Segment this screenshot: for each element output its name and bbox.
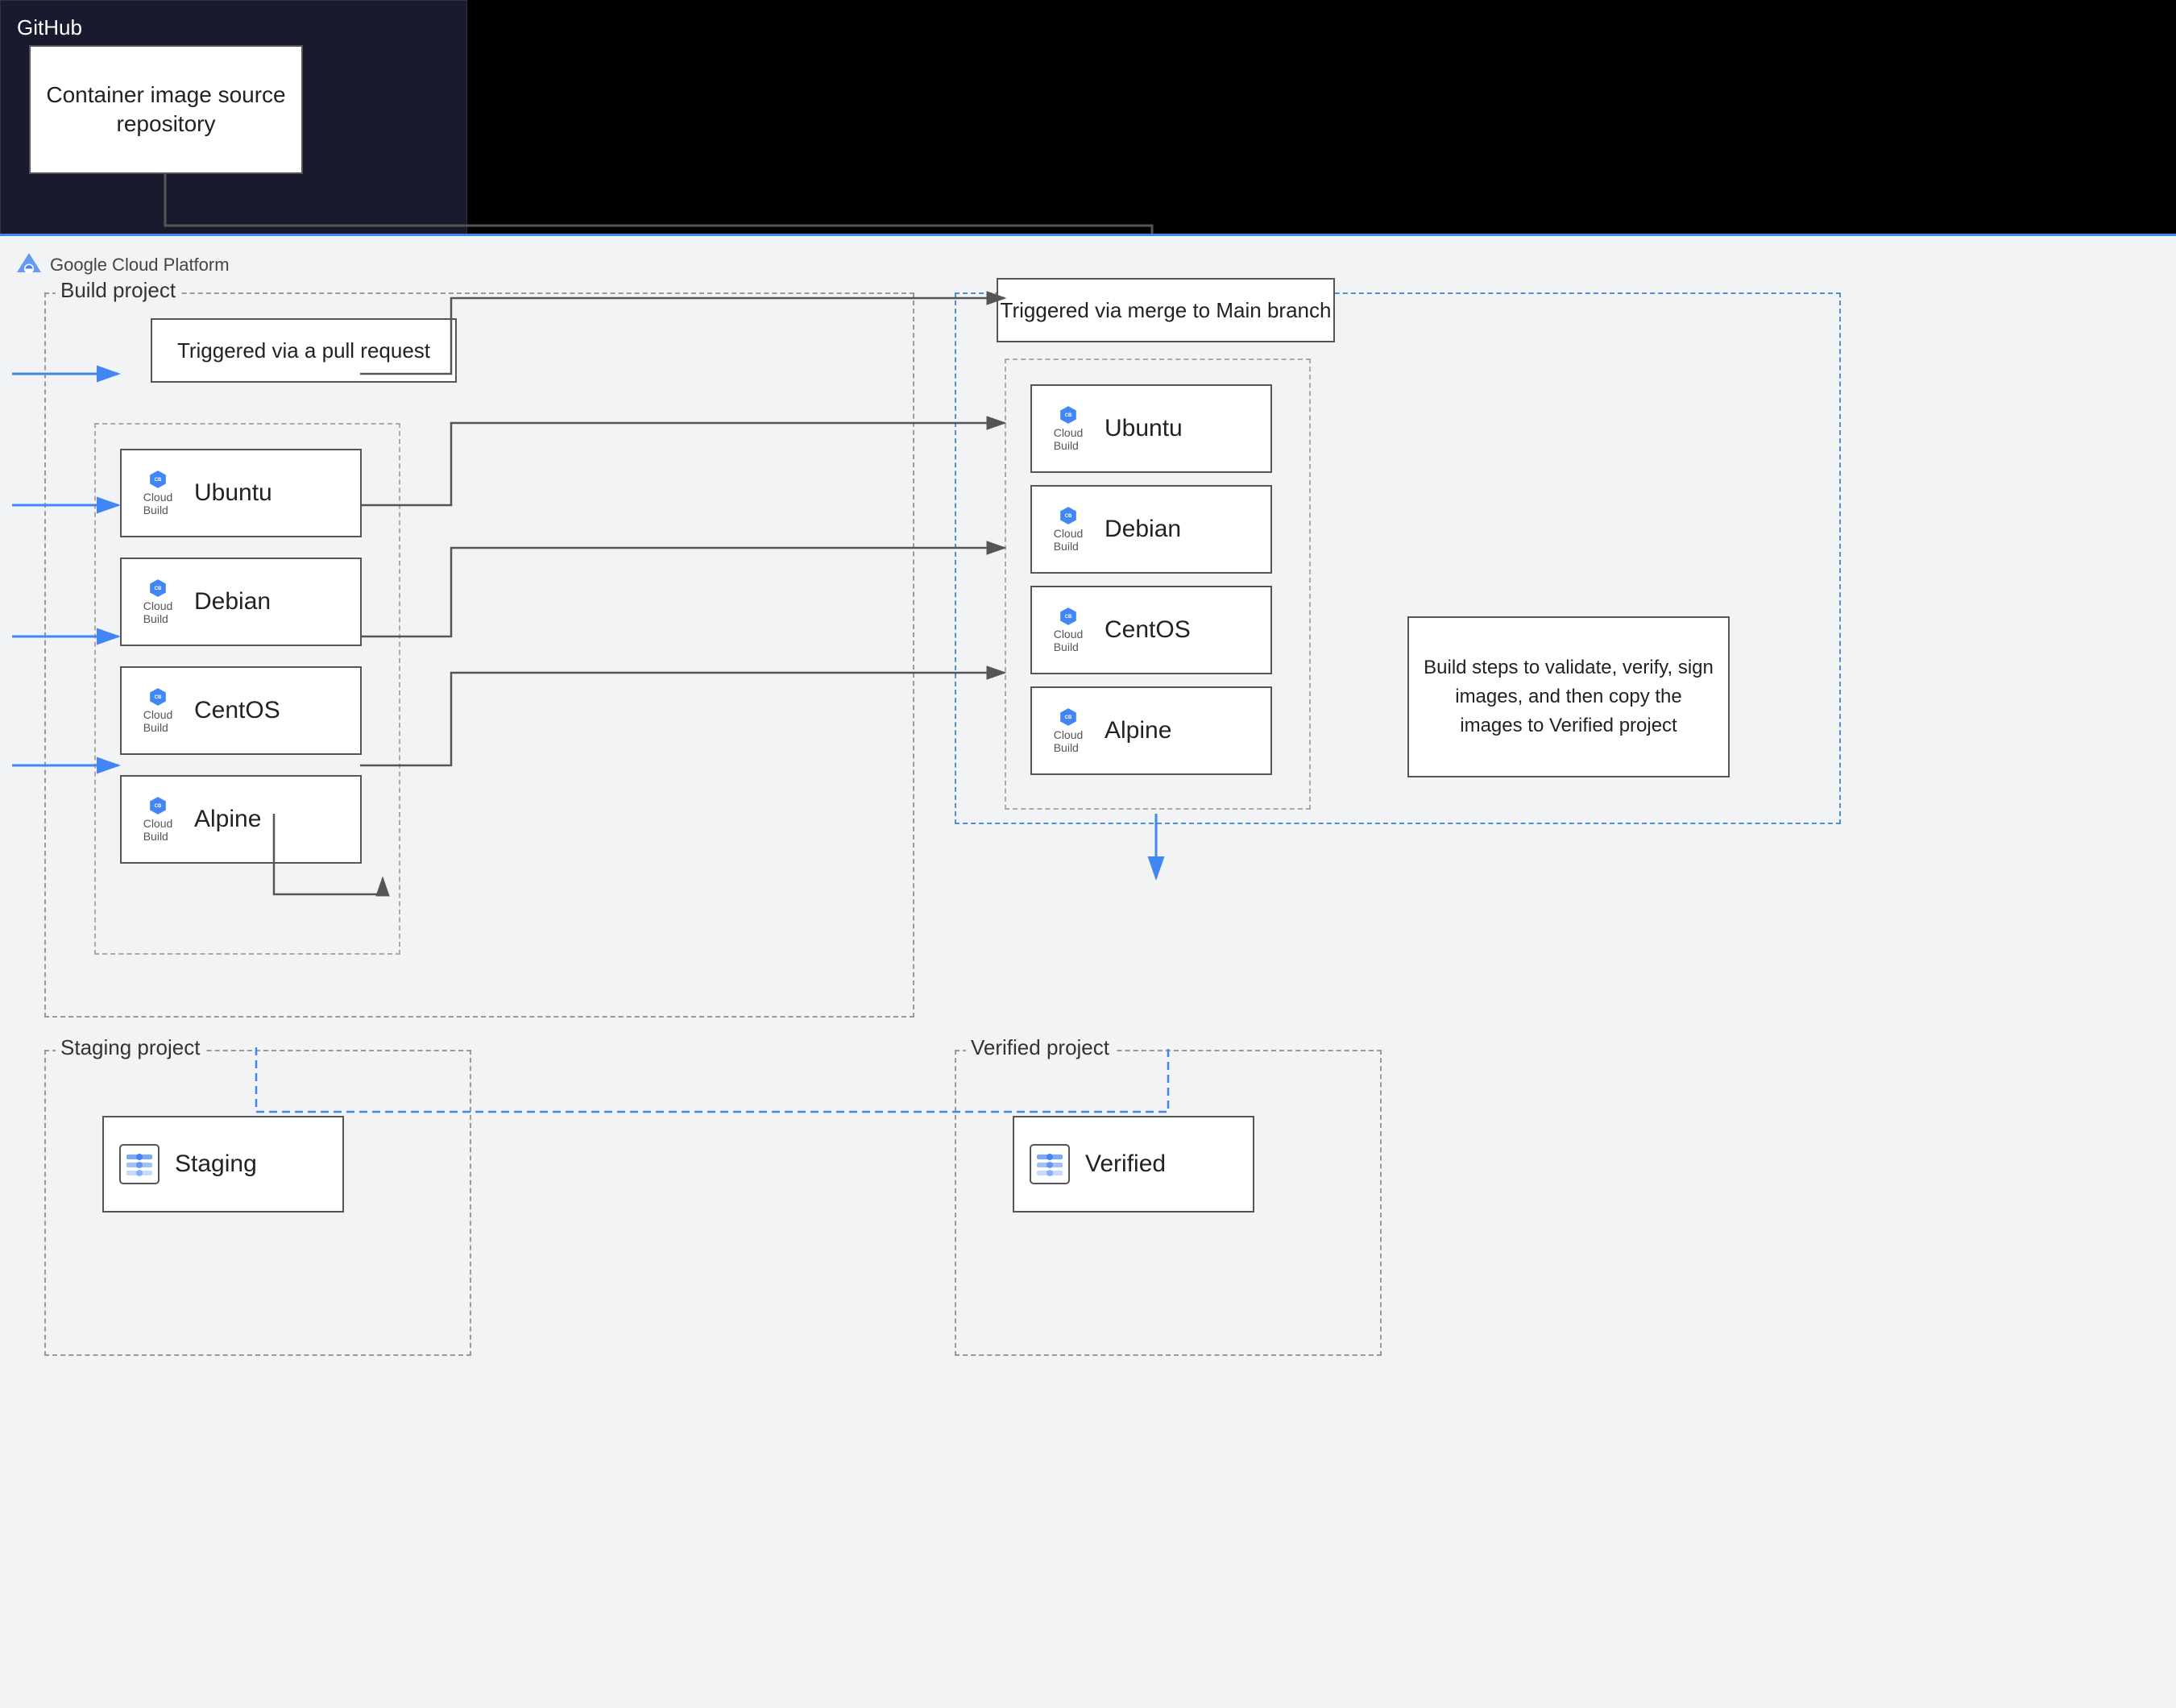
svg-text:CB: CB — [1065, 715, 1072, 720]
merge-trigger-outer: Triggered via merge to Main branch CB Cl… — [955, 292, 1841, 824]
merge-trigger-box: Triggered via merge to Main branch — [997, 278, 1335, 342]
cloud-build-icon-debian-left: CB CloudBuild — [135, 578, 181, 625]
left-ubuntu-label: Ubuntu — [194, 479, 272, 507]
svg-text:CB: CB — [1065, 615, 1072, 620]
left-builds-group: CB CloudBuild Ubuntu CB CloudBuild Debia… — [94, 423, 400, 955]
container-image-box: Container image source repository — [29, 45, 303, 174]
right-ubuntu-label: Ubuntu — [1105, 415, 1183, 442]
left-debian-build: CB CloudBuild Debian — [120, 558, 362, 646]
gcp-logo-text: Google Cloud Platform — [50, 255, 230, 276]
github-label: GitHub — [17, 15, 82, 40]
cloud-build-icon-centos-right: CB CloudBuild — [1045, 607, 1092, 653]
cloud-build-icon-ubuntu-left: CB CloudBuild — [135, 470, 181, 516]
right-alpine-build: CB CloudBuild Alpine — [1030, 686, 1272, 775]
left-alpine-build: CB CloudBuild Alpine — [120, 775, 362, 864]
cloud-build-icon-ubuntu-right: CB CloudBuild — [1045, 405, 1092, 452]
build-steps-text: Build steps to validate, verify, sign im… — [1422, 653, 1715, 740]
right-alpine-label: Alpine — [1105, 717, 1171, 744]
right-builds-group: CB CloudBuild Ubuntu CB CloudBuild Debia… — [1005, 359, 1311, 810]
right-debian-build: CB CloudBuild Debian — [1030, 485, 1272, 574]
cloud-build-icon-alpine-right: CB CloudBuild — [1045, 707, 1092, 754]
cloud-build-icon-alpine-left: CB CloudBuild — [135, 796, 181, 843]
gcp-logo-icon — [15, 251, 44, 280]
cloud-build-icon-debian-right: CB CloudBuild — [1045, 506, 1092, 553]
verified-project-box: Verified project Verified — [955, 1050, 1382, 1356]
cloud-build-icon-centos-left: CB CloudBuild — [135, 687, 181, 734]
gcp-section: Google Cloud Platform Build project Trig… — [0, 234, 2176, 1708]
verified-inner-box: Verified — [1013, 1116, 1254, 1213]
right-centos-build: CB CloudBuild CentOS — [1030, 586, 1272, 674]
left-alpine-label: Alpine — [194, 806, 261, 833]
svg-text:CB: CB — [155, 804, 162, 809]
svg-text:CB: CB — [1065, 413, 1072, 418]
build-project-box: Build project Triggered via a pull reque… — [44, 292, 914, 1018]
right-centos-label: CentOS — [1105, 616, 1191, 644]
pr-trigger-box: Triggered via a pull request — [151, 318, 457, 383]
svg-text:CB: CB — [155, 587, 162, 591]
staging-project-box: Staging project Staging — [44, 1050, 471, 1356]
staging-label: Staging — [175, 1150, 257, 1178]
svg-text:CB: CB — [155, 478, 162, 483]
left-debian-label: Debian — [194, 588, 271, 616]
left-centos-label: CentOS — [194, 697, 280, 724]
svg-text:CB: CB — [155, 695, 162, 700]
build-project-label: Build project — [56, 278, 180, 303]
verified-label: Verified — [1085, 1150, 1166, 1178]
left-centos-build: CB CloudBuild CentOS — [120, 666, 362, 755]
build-steps-box: Build steps to validate, verify, sign im… — [1407, 616, 1730, 777]
github-section: GitHub Container image source repository — [0, 0, 467, 242]
right-ubuntu-build: CB CloudBuild Ubuntu — [1030, 384, 1272, 473]
pr-trigger-text: Triggered via a pull request — [177, 338, 430, 363]
svg-text:CB: CB — [1065, 514, 1072, 519]
gcp-logo: Google Cloud Platform — [15, 251, 230, 280]
left-ubuntu-build: CB CloudBuild Ubuntu — [120, 449, 362, 537]
verified-project-label: Verified project — [966, 1035, 1114, 1060]
staging-project-label: Staging project — [56, 1035, 205, 1060]
artifact-registry-verified-icon — [1027, 1142, 1072, 1187]
staging-inner-box: Staging — [102, 1116, 344, 1213]
container-image-text: Container image source repository — [39, 81, 293, 139]
artifact-registry-icon — [117, 1142, 162, 1187]
merge-trigger-text: Triggered via merge to Main branch — [1001, 298, 1332, 323]
right-debian-label: Debian — [1105, 516, 1181, 543]
